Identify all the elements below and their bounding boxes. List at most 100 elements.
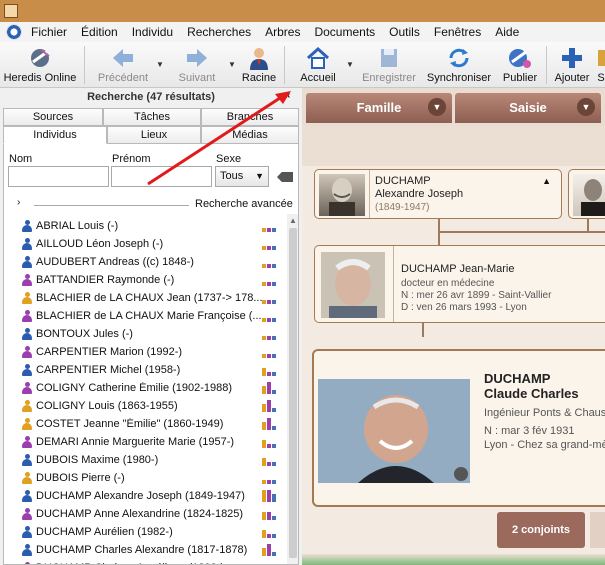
root-given: Claude Charles xyxy=(484,386,579,401)
precedent-button[interactable]: Précédent xyxy=(92,44,154,86)
list-item[interactable]: BLACHIER de LA CHAUX Jean (1737-> 178... xyxy=(4,289,284,307)
root-birth: N : mar 3 fév 1931 xyxy=(484,425,575,437)
root-person-card[interactable]: DUCHAMP Claude Charles Ingénieur Ponts &… xyxy=(312,349,605,507)
list-item[interactable]: DUBOIS Maxime (1980-) xyxy=(4,451,284,469)
list-item[interactable]: BATTANDIER Raymonde (-) xyxy=(4,271,284,289)
completeness-bar xyxy=(267,228,271,232)
tab-individus[interactable]: Individus xyxy=(3,126,107,144)
accueil-button[interactable]: Accueil xyxy=(296,44,340,86)
completeness-bar xyxy=(272,534,276,538)
enregistrer-button[interactable]: Enregistrer xyxy=(360,44,418,86)
chevron-down-icon[interactable]: ▼ xyxy=(346,60,354,69)
list-item[interactable]: DUCHAMP Charles Alexandre (1817-1878) xyxy=(4,541,284,559)
male-person-icon xyxy=(22,238,32,250)
list-item[interactable]: DUCHAMP Alexandre Joseph (1849-1947) xyxy=(4,487,284,505)
completeness-bar xyxy=(267,480,271,484)
spouse-photo xyxy=(573,174,605,216)
menu-fichier[interactable]: Fichier xyxy=(24,22,74,42)
tree-connector xyxy=(438,219,440,231)
list-item[interactable]: AUDUBERT Andreas ((c) 1848-) xyxy=(4,253,284,271)
parent-card[interactable]: DUCHAMP Jean-Marie docteur en médecine N… xyxy=(314,245,605,323)
list-item[interactable]: BLACHIER de LA CHAUX Marie Françoise (..… xyxy=(4,307,284,325)
nom-input[interactable] xyxy=(8,166,109,187)
scrollbar[interactable]: ▲ xyxy=(287,214,298,564)
chevron-down-icon[interactable]: ▼ xyxy=(577,98,595,116)
tab-famille[interactable]: Famille ▼ xyxy=(306,93,452,123)
completeness-bar xyxy=(272,264,276,268)
sexe-label: Sexe xyxy=(216,153,242,165)
list-item[interactable]: COLIGNY Louis (1863-1955) xyxy=(4,397,284,415)
tab-taches[interactable]: Tâches xyxy=(103,108,201,126)
heredis-logo-icon[interactable] xyxy=(6,24,22,40)
list-item[interactable]: ABRIAL Louis (-) xyxy=(4,217,284,235)
chevron-down-icon: ▼ xyxy=(255,171,264,181)
grandparent-card[interactable]: DUCHAMP Alexandre Joseph (1849-1947) ▲ xyxy=(314,169,562,219)
divider xyxy=(369,170,370,218)
list-item[interactable]: CARPENTIER Michel (1958-) xyxy=(4,361,284,379)
tab-branches[interactable]: Branches xyxy=(201,108,299,126)
data-completeness-icon xyxy=(262,418,280,430)
list-item[interactable]: COLIGNY Catherine Émilie (1902-1988) xyxy=(4,379,284,397)
prenom-input[interactable] xyxy=(111,166,212,187)
completeness-bar xyxy=(267,400,271,412)
list-item[interactable]: BONTOUX Jules (-) xyxy=(4,325,284,343)
advanced-search-link[interactable]: Recherche avancée xyxy=(195,198,293,210)
completeness-bar xyxy=(272,390,276,394)
publier-button[interactable]: Publier xyxy=(500,44,540,86)
advanced-search-row[interactable]: › Recherche avancée xyxy=(3,196,299,214)
person-name: COLIGNY Catherine Émilie (1902-1988) xyxy=(36,382,233,394)
s-button[interactable]: S xyxy=(596,44,605,86)
completeness-bar xyxy=(272,228,276,232)
list-item[interactable]: DEMARI Annie Marguerite Marie (1957-) xyxy=(4,433,284,451)
chevron-down-icon[interactable]: ▼ xyxy=(428,98,446,116)
list-item[interactable]: COSTET Jeanne "Émilie" (1860-1949) xyxy=(4,415,284,433)
menu-aide[interactable]: Aide xyxy=(488,22,526,42)
completeness-bar xyxy=(272,462,276,466)
data-completeness-icon xyxy=(262,328,280,340)
list-item[interactable]: AILLOUD Léon Joseph (-) xyxy=(4,235,284,253)
list-item[interactable]: CARPENTIER Marion (1992-) xyxy=(4,343,284,361)
sexe-select[interactable]: Tous ▼ xyxy=(215,166,269,187)
conjoints-button[interactable]: 2 conjoints xyxy=(497,512,585,548)
list-item[interactable]: DUCHAMP Aurélien (1982-) xyxy=(4,523,284,541)
scrollbar-thumb[interactable] xyxy=(289,228,297,558)
chevron-up-icon[interactable]: ▲ xyxy=(542,176,551,186)
suivant-button[interactable]: Suivant xyxy=(170,44,224,86)
collapse-panel-icon[interactable]: ‹ xyxy=(287,90,290,101)
chevron-down-icon[interactable]: ▼ xyxy=(156,60,164,69)
completeness-bar xyxy=(267,246,271,250)
completeness-bar xyxy=(262,336,266,340)
menu-individu[interactable]: Individu xyxy=(125,22,180,42)
list-item[interactable]: DUBOIS Pierre (-) xyxy=(4,469,284,487)
tab-sources[interactable]: Sources xyxy=(3,108,103,126)
tab-medias[interactable]: Médias xyxy=(201,126,299,144)
menu-outils[interactable]: Outils xyxy=(382,22,427,42)
synchroniser-button[interactable]: Synchroniser xyxy=(424,44,494,86)
zoom-icon[interactable] xyxy=(454,467,468,481)
s-icon xyxy=(596,46,605,70)
person-name: AUDUBERT Andreas ((c) 1848-) xyxy=(36,256,194,268)
clear-search-icon[interactable] xyxy=(277,172,293,182)
list-item[interactable]: DUCHAMP Anne Alexandrine (1824-1825) xyxy=(4,505,284,523)
heredis-online-button[interactable]: Heredis Online xyxy=(2,44,78,86)
scroll-up-icon[interactable]: ▲ xyxy=(289,216,297,225)
arrow-right-icon xyxy=(184,46,210,70)
menu-recherches[interactable]: Recherches xyxy=(180,22,258,42)
menu-fenetres[interactable]: Fenêtres xyxy=(427,22,488,42)
chevron-down-icon[interactable]: ▼ xyxy=(228,60,236,69)
female-person-icon xyxy=(22,274,32,286)
menu-documents[interactable]: Documents xyxy=(307,22,382,42)
racine-button[interactable]: Racine xyxy=(240,44,278,86)
results-list: ▲ ABRIAL Louis (-) AILLOUD Léon Joseph (-… xyxy=(3,214,299,565)
ajouter-button[interactable]: Ajouter xyxy=(552,44,592,86)
tab-lieux[interactable]: Lieux xyxy=(107,126,201,144)
chevron-right-icon[interactable]: › xyxy=(17,197,20,208)
save-icon xyxy=(376,46,402,70)
toolbar: Heredis Online Précédent ▼ Suivant ▼ Rac… xyxy=(0,42,605,88)
menu-edition[interactable]: Édition xyxy=(74,22,125,42)
menu-arbres[interactable]: Arbres xyxy=(258,22,307,42)
spouse-card[interactable] xyxy=(568,169,605,219)
tab-saisie[interactable]: Saisie ▼ xyxy=(455,93,601,123)
completeness-bar xyxy=(272,516,276,520)
list-item[interactable]: DUCHAMP Clarisse Angélique (1893-) xyxy=(4,559,284,564)
